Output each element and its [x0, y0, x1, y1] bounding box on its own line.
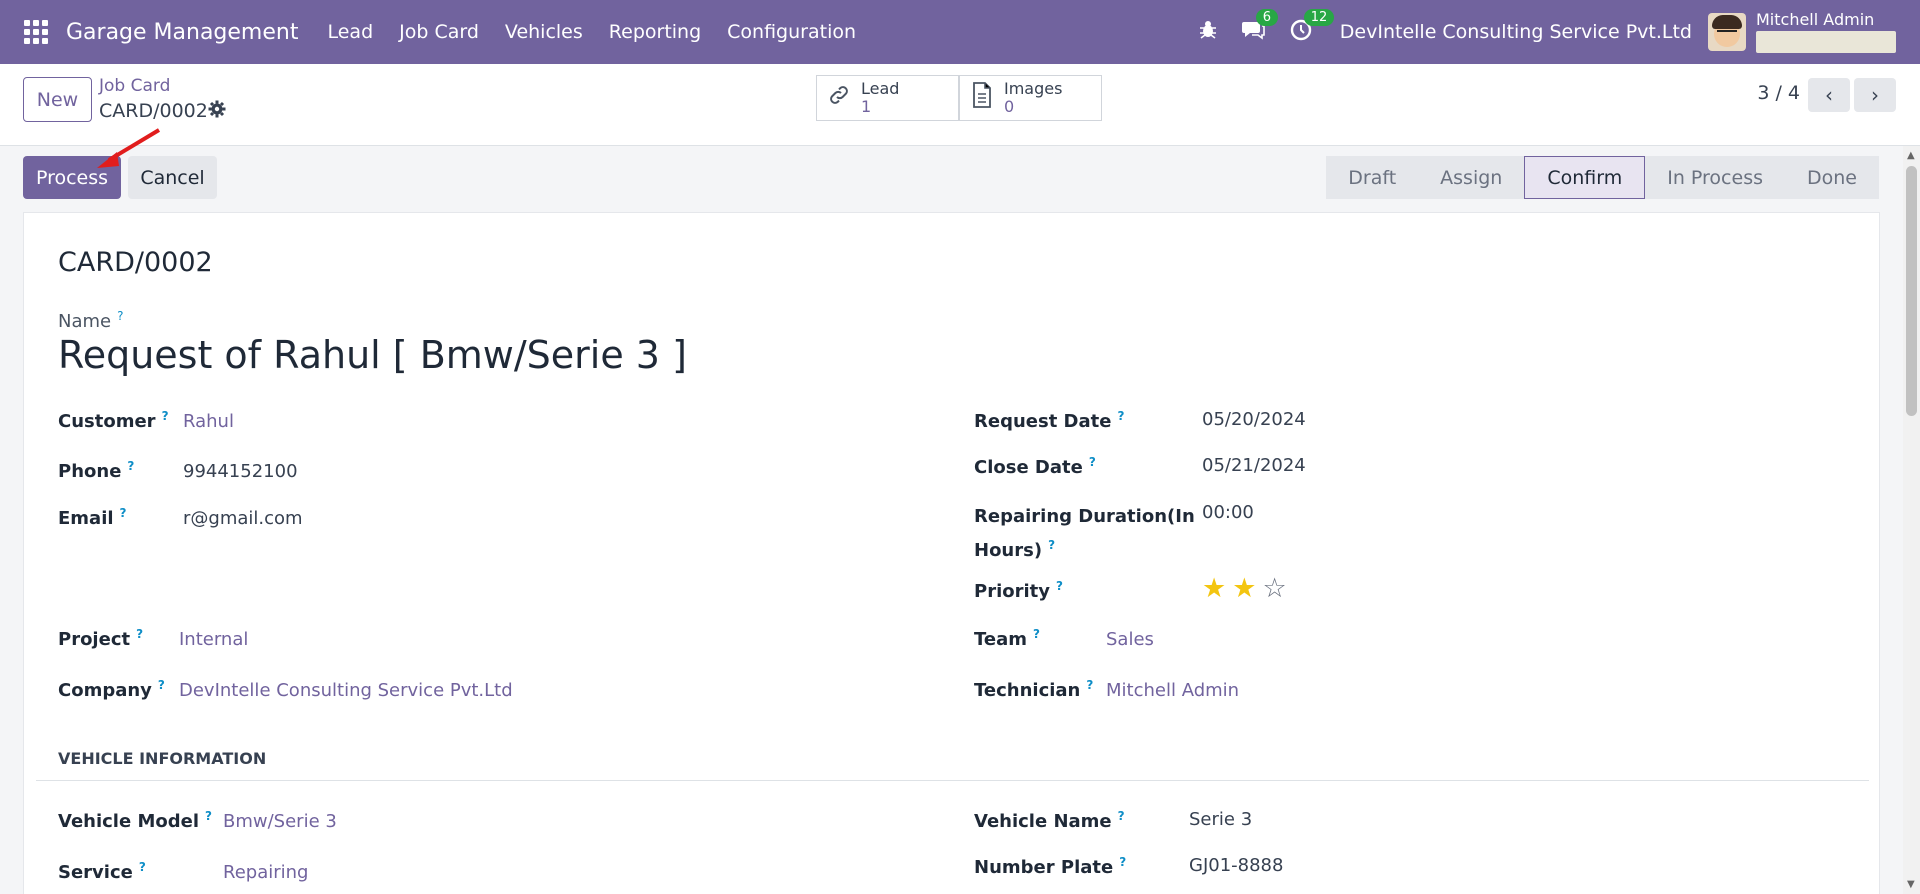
request-date-label: Request Date? — [974, 409, 1125, 432]
service-label: Service? — [58, 860, 146, 883]
link-icon — [817, 83, 861, 113]
vehicle-model-label: Vehicle Model? — [58, 809, 212, 832]
smart-value: 0 — [1004, 97, 1015, 116]
team-label: Team? — [974, 627, 1040, 650]
priority-label: Priority? — [974, 579, 1063, 602]
scroll-up-icon[interactable]: ▲ — [1907, 150, 1915, 161]
top-navbar: Garage Management Lead Job Card Vehicles… — [0, 0, 1920, 64]
menu-vehicles[interactable]: Vehicles — [492, 21, 596, 43]
repairing-duration-label: Repairing Duration(In Hours)? — [974, 506, 1195, 561]
stage-draft[interactable]: Draft — [1326, 156, 1419, 199]
phone-field[interactable]: 9944152100 — [183, 461, 298, 482]
priority-star-2-icon[interactable]: ★ — [1232, 573, 1256, 604]
name-label: Name? — [58, 309, 124, 332]
vehicle-model-field[interactable]: Bmw/Serie 3 — [223, 811, 337, 832]
email-label: Email? — [58, 506, 127, 529]
database-name-blurred — [1756, 31, 1896, 53]
activities-badge: 12 — [1303, 8, 1335, 26]
company-field[interactable]: DevIntelle Consulting Service Pvt.Ltd — [179, 680, 513, 701]
request-date-field[interactable]: 05/20/2024 — [1202, 409, 1306, 430]
apps-menu-icon[interactable] — [24, 20, 48, 44]
vehicle-section-title: VEHICLE INFORMATION — [58, 749, 267, 768]
messages-icon[interactable]: 6 — [1241, 8, 1279, 46]
scroll-down-icon[interactable]: ▼ — [1907, 879, 1915, 890]
number-plate-label: Number Plate? — [974, 855, 1127, 878]
technician-field[interactable]: Mitchell Admin — [1106, 680, 1239, 701]
phone-label: Phone? — [58, 459, 135, 482]
section-divider — [36, 780, 1869, 781]
smart-label: Lead — [861, 79, 900, 98]
chevron-right-icon: › — [1871, 83, 1879, 107]
menu-reporting[interactable]: Reporting — [596, 21, 714, 43]
document-icon — [960, 82, 1004, 114]
vehicle-name-label: Vehicle Name? — [974, 809, 1125, 832]
breadcrumb-job-card[interactable]: Job Card — [99, 76, 170, 96]
chevron-left-icon: ‹ — [1825, 83, 1833, 107]
control-panel: New Job Card CARD/0002 Lead 1 Images 0 3… — [0, 64, 1920, 146]
priority-widget[interactable]: ★ ★ ☆ — [1202, 573, 1293, 604]
user-menu[interactable]: Mitchell Admin — [1756, 11, 1896, 53]
close-date-field[interactable]: 05/21/2024 — [1202, 455, 1306, 476]
app-brand[interactable]: Garage Management — [66, 20, 298, 45]
smart-value: 1 — [861, 97, 872, 116]
annotation-arrow-icon — [97, 128, 161, 168]
form-sheet: CARD/0002 Name? Request of Rahul [ Bmw/S… — [23, 212, 1880, 894]
record-reference: CARD/0002 — [58, 247, 213, 278]
repairing-duration-field[interactable]: 00:00 — [1202, 502, 1254, 523]
company-label: Company? — [58, 678, 165, 701]
vertical-scrollbar[interactable]: ▲ ▼ — [1903, 146, 1920, 894]
activities-clock-icon[interactable]: 12 — [1290, 8, 1335, 46]
number-plate-field[interactable]: GJ01-8888 — [1189, 855, 1283, 876]
company-switcher[interactable]: DevIntelle Consulting Service Pvt.Ltd — [1340, 21, 1692, 43]
smart-label: Images — [1004, 79, 1063, 98]
service-field[interactable]: Repairing — [223, 862, 308, 883]
new-button[interactable]: New — [23, 77, 92, 122]
project-field[interactable]: Internal — [179, 629, 248, 650]
priority-star-1-icon[interactable]: ★ — [1202, 573, 1226, 604]
gear-icon[interactable] — [208, 100, 226, 123]
scroll-thumb[interactable] — [1906, 166, 1917, 416]
status-bar: Draft Assign Confirm In Process Done — [1326, 156, 1879, 199]
breadcrumb-current: CARD/0002 — [99, 100, 208, 122]
stage-in-process[interactable]: In Process — [1645, 156, 1785, 199]
vehicle-name-field[interactable]: Serie 3 — [1189, 809, 1252, 830]
technician-label: Technician? — [974, 678, 1094, 701]
messages-badge: 6 — [1255, 8, 1279, 26]
customer-field[interactable]: Rahul — [183, 411, 234, 432]
close-date-label: Close Date? — [974, 455, 1096, 478]
menu-configuration[interactable]: Configuration — [714, 21, 869, 43]
stage-done[interactable]: Done — [1785, 156, 1879, 199]
project-label: Project? — [58, 627, 144, 650]
stage-confirm[interactable]: Confirm — [1524, 156, 1646, 199]
email-field[interactable]: r@gmail.com — [183, 508, 303, 529]
menu-job-card[interactable]: Job Card — [386, 21, 492, 43]
priority-star-3-icon[interactable]: ☆ — [1262, 573, 1286, 604]
lead-smart-button[interactable]: Lead 1 — [816, 75, 959, 121]
stage-assign[interactable]: Assign — [1418, 156, 1525, 199]
debug-bug-icon[interactable] — [1198, 20, 1218, 45]
name-field[interactable]: Request of Rahul [ Bmw/Serie 3 ] — [58, 333, 687, 377]
pager-next-button[interactable]: › — [1854, 78, 1896, 112]
pager-previous-button[interactable]: ‹ — [1808, 78, 1850, 112]
menu-lead[interactable]: Lead — [314, 21, 386, 43]
user-avatar[interactable] — [1708, 13, 1746, 51]
customer-label: Customer? — [58, 409, 169, 432]
pager-value[interactable]: 3 / 4 — [1757, 82, 1800, 104]
user-name: Mitchell Admin — [1756, 10, 1875, 29]
images-smart-button[interactable]: Images 0 — [959, 75, 1102, 121]
form-view: Process Cancel Draft Assign Confirm In P… — [0, 146, 1903, 894]
team-field[interactable]: Sales — [1106, 629, 1154, 650]
